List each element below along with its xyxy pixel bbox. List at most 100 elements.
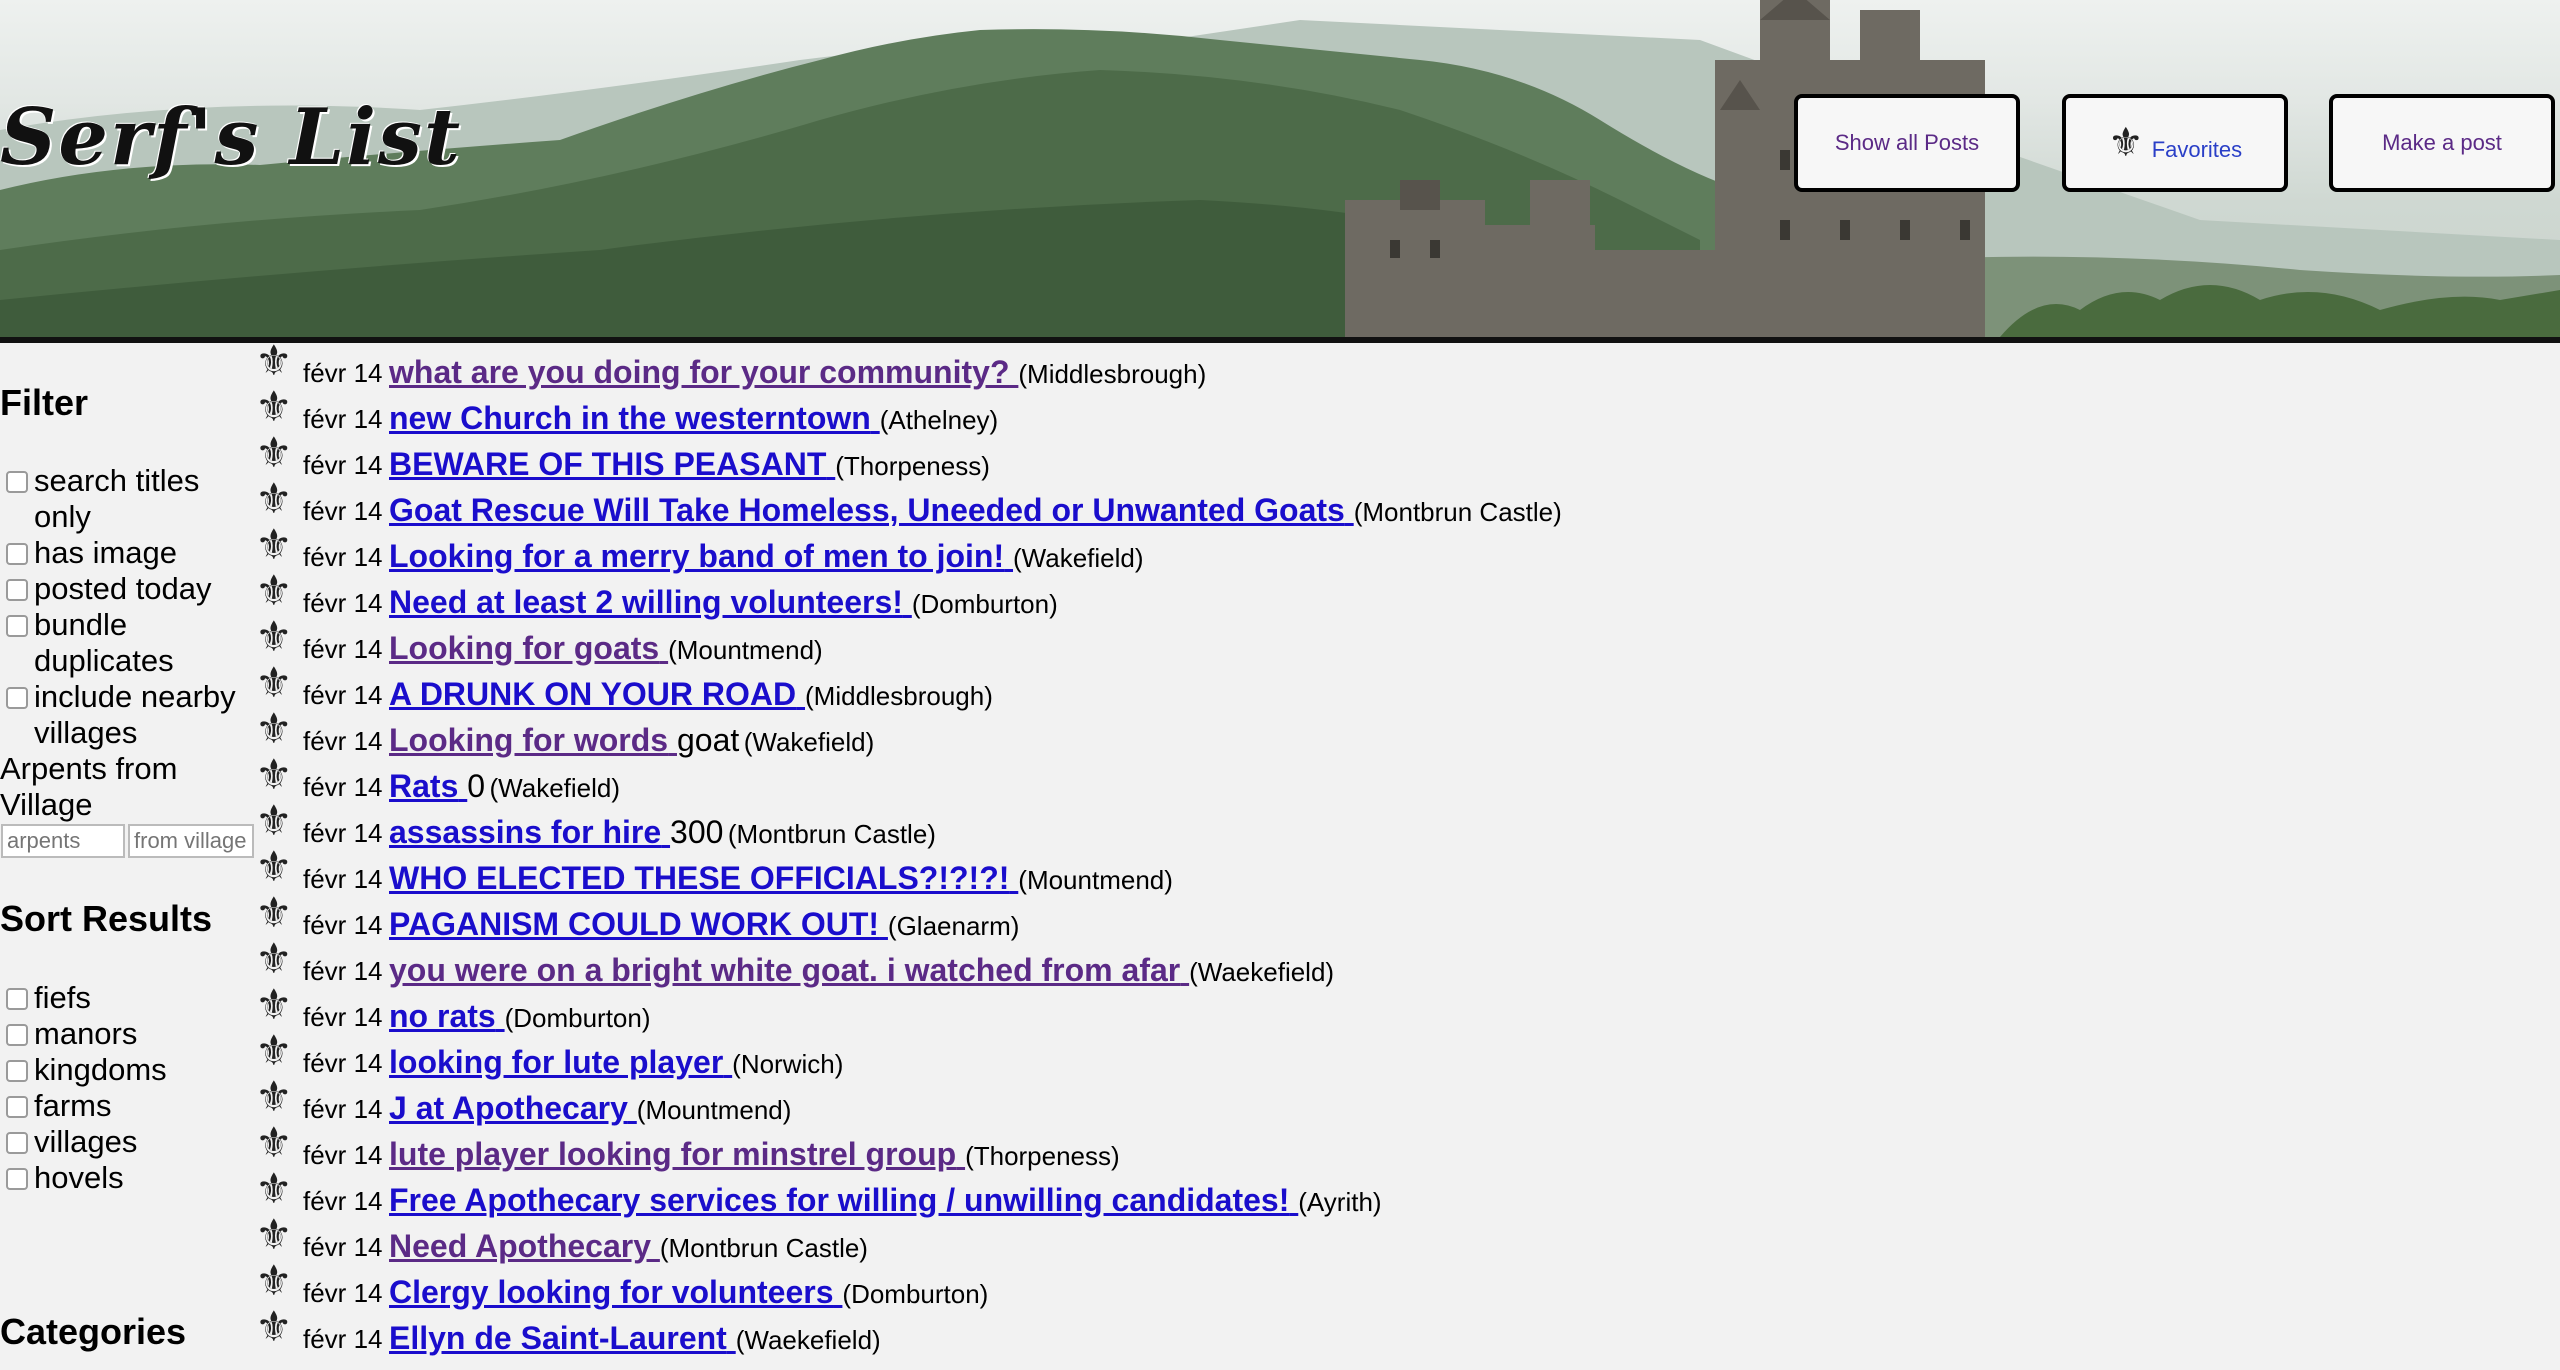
fleur-de-lis-icon[interactable]: ⚜: [255, 1122, 293, 1164]
sort-kingdoms[interactable]: kingdoms: [0, 1052, 250, 1088]
checkbox[interactable]: [6, 988, 28, 1010]
filter-has-image[interactable]: has image: [0, 535, 250, 571]
fleur-de-lis-icon[interactable]: ⚜: [255, 432, 293, 474]
fleur-de-lis-icon[interactable]: ⚜: [255, 478, 293, 520]
checkbox[interactable]: [6, 615, 28, 637]
fleur-de-lis-icon[interactable]: ⚜: [255, 616, 293, 658]
fleur-de-lis-icon[interactable]: ⚜: [255, 386, 293, 428]
post-location: (Wakefield): [1013, 543, 1144, 573]
fleur-de-lis-icon[interactable]: ⚜: [255, 1306, 293, 1348]
from-village-input[interactable]: [128, 824, 254, 858]
fleur-de-lis-icon[interactable]: ⚜: [255, 984, 293, 1026]
post-title-link[interactable]: J at Apothecary: [389, 1090, 637, 1126]
filter-include-nearby-villages[interactable]: include nearby villages: [0, 679, 250, 751]
post-title-link[interactable]: no rats: [389, 998, 505, 1034]
checkbox[interactable]: [6, 1060, 28, 1082]
post-location: (Thorpeness): [835, 451, 990, 481]
favorites-button[interactable]: ⚜ Favorites: [2062, 94, 2288, 192]
sort-label: villages: [34, 1124, 138, 1159]
post-location: (Montbrun Castle): [659, 1233, 868, 1263]
fleur-de-lis-icon[interactable]: ⚜: [255, 846, 293, 888]
filter-label: bundle duplicates: [34, 607, 174, 678]
fleur-de-lis-icon[interactable]: ⚜: [255, 340, 293, 382]
post-title-link[interactable]: Looking for a merry band of men to join!: [389, 538, 1013, 574]
post-title-link[interactable]: BEWARE OF THIS PEASANT: [389, 446, 835, 482]
post-title-text: Need Apothecary: [389, 1228, 651, 1264]
fleur-de-lis-icon[interactable]: ⚜: [255, 1214, 293, 1256]
fleur-de-lis-icon[interactable]: ⚜: [255, 938, 293, 980]
post-title-text: what are you doing for your community?: [389, 354, 1010, 390]
post-title-link[interactable]: Looking for goats: [389, 630, 668, 666]
fleur-de-lis-icon[interactable]: ⚜: [255, 800, 293, 842]
checkbox[interactable]: [6, 471, 28, 493]
checkbox[interactable]: [6, 579, 28, 601]
post-title-link[interactable]: Ellyn de Saint-Laurent: [389, 1320, 736, 1356]
filter-posted-today[interactable]: posted today: [0, 571, 250, 607]
post-title-text: no rats: [389, 998, 496, 1034]
post-title-text: BEWARE OF THIS PEASANT: [389, 446, 827, 482]
filter-bundle-duplicates[interactable]: bundle duplicates: [0, 607, 190, 679]
post-title-text: PAGANISM COULD WORK OUT!: [389, 906, 880, 942]
post-title-text: WHO ELECTED THESE OFFICIALS?!?!?!: [389, 860, 1010, 896]
post-title-text: Goat Rescue Will Take Homeless, Uneeded …: [389, 492, 1345, 528]
post-date: févr 14: [303, 1002, 383, 1032]
fleur-de-lis-icon[interactable]: ⚜: [255, 1030, 293, 1072]
sort-villages[interactable]: villages: [0, 1124, 250, 1160]
post-title-link[interactable]: Need Apothecary: [389, 1228, 660, 1264]
post-date: févr 14: [303, 726, 383, 756]
post-title-link[interactable]: Rats: [389, 768, 467, 804]
fleur-de-lis-icon[interactable]: ⚜: [255, 1076, 293, 1118]
post-title-text: Free Apothecary services for willing / u…: [389, 1182, 1290, 1218]
fleur-de-lis-icon[interactable]: ⚜: [255, 708, 293, 750]
fleur-de-lis-icon[interactable]: ⚜: [255, 1168, 293, 1210]
post-date: févr 14: [303, 1048, 383, 1078]
post-title-text: Looking for a merry band of men to join!: [389, 538, 1005, 574]
post-title-link[interactable]: assassins for hire: [389, 814, 670, 850]
post-location: (Domburton): [504, 1003, 651, 1033]
checkbox[interactable]: [6, 1132, 28, 1154]
fleur-de-lis-icon[interactable]: ⚜: [255, 754, 293, 796]
post-location: (Mountmend): [1018, 865, 1173, 895]
make-a-post-label: Make a post: [2382, 130, 2502, 155]
sort-label: kingdoms: [34, 1052, 167, 1087]
checkbox[interactable]: [6, 1096, 28, 1118]
post-title-link[interactable]: Free Apothecary services for willing / u…: [389, 1182, 1298, 1218]
site-logo[interactable]: Serf's List: [0, 92, 462, 183]
filter-label: search titles only: [34, 463, 200, 534]
post-title-text: looking for lute player: [389, 1044, 724, 1080]
post-date: févr 14: [303, 1324, 383, 1354]
post-title-link[interactable]: you were on a bright white goat. i watch…: [389, 952, 1189, 988]
filter-search-titles-only[interactable]: search titles only: [0, 463, 250, 535]
fleur-de-lis-icon[interactable]: ⚜: [255, 892, 293, 934]
checkbox[interactable]: [6, 1024, 28, 1046]
fleur-de-lis-icon[interactable]: ⚜: [255, 570, 293, 612]
checkbox[interactable]: [6, 543, 28, 565]
sort-hovels[interactable]: hovels: [0, 1160, 250, 1196]
post-title-link[interactable]: lute player looking for minstrel group: [389, 1136, 965, 1172]
post-title-link[interactable]: looking for lute player: [389, 1044, 732, 1080]
post-title-link[interactable]: Looking for words: [389, 722, 677, 758]
fleur-de-lis-icon[interactable]: ⚜: [255, 662, 293, 704]
post-location: (Domburton): [842, 1279, 989, 1309]
checkbox[interactable]: [6, 1168, 28, 1190]
post-location: (Wakefield): [489, 773, 621, 803]
post-title-link[interactable]: Need at least 2 willing volunteers!: [389, 584, 912, 620]
post-title-link[interactable]: what are you doing for your community?: [389, 354, 1018, 390]
post-title-link[interactable]: PAGANISM COULD WORK OUT!: [389, 906, 888, 942]
sort-farms[interactable]: farms: [0, 1088, 250, 1124]
make-a-post-button[interactable]: Make a post: [2329, 94, 2555, 192]
post-title-link[interactable]: Clergy looking for volunteers: [389, 1274, 842, 1310]
post-title-link[interactable]: Goat Rescue Will Take Homeless, Uneeded …: [389, 492, 1354, 528]
post-title-link[interactable]: A DRUNK ON YOUR ROAD: [389, 676, 805, 712]
post-title-link[interactable]: WHO ELECTED THESE OFFICIALS?!?!?!: [389, 860, 1018, 896]
post-location: (Middlesbrough): [1018, 359, 1207, 389]
fleur-de-lis-icon[interactable]: ⚜: [255, 1260, 293, 1302]
show-all-posts-button[interactable]: Show all Posts: [1794, 94, 2020, 192]
checkbox[interactable]: [6, 687, 28, 709]
sort-manors[interactable]: manors: [0, 1016, 250, 1052]
fleur-de-lis-icon[interactable]: ⚜: [255, 524, 293, 566]
post-title-link[interactable]: new Church in the westerntown: [389, 400, 880, 436]
arpents-input[interactable]: [1, 824, 125, 858]
post-date: févr 14: [303, 680, 383, 710]
sort-fiefs[interactable]: fiefs: [0, 980, 250, 1016]
